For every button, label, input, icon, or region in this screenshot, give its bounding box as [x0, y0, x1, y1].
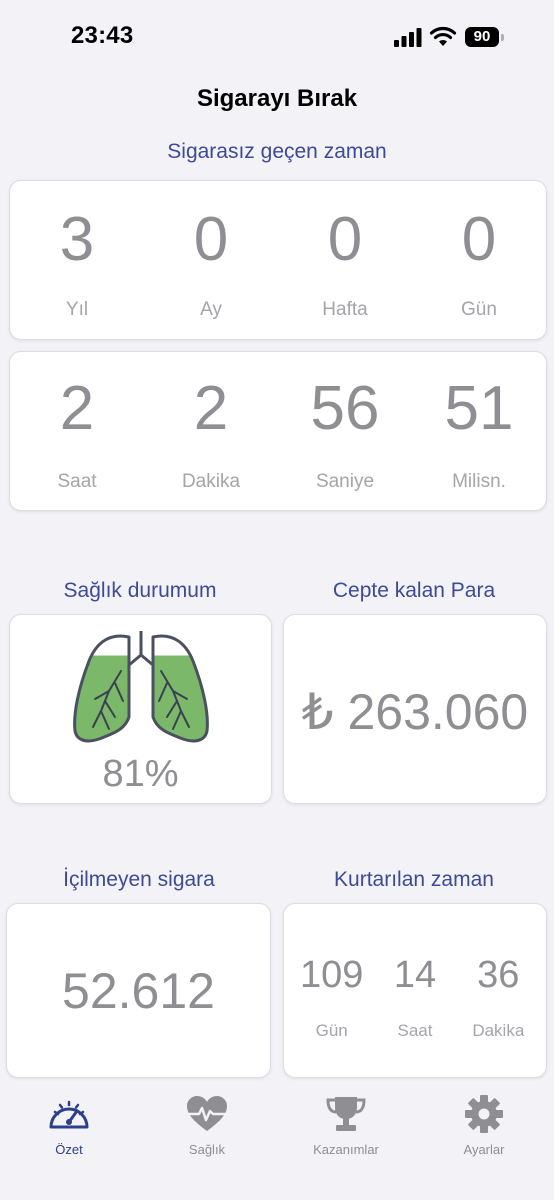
- duration-milliseconds: 51: [412, 378, 546, 440]
- lungs-icon: [73, 631, 209, 743]
- wifi-icon: [429, 26, 457, 46]
- tab-settings[interactable]: Ayarlar: [415, 1095, 553, 1157]
- gauge-icon: [49, 1100, 89, 1129]
- duration-label: Gün: [461, 299, 497, 320]
- battery-icon: 90: [465, 27, 505, 47]
- duration-value: 2: [59, 374, 95, 443]
- duration-value: 0: [461, 205, 497, 274]
- tab-label: Kazanımlar: [313, 1142, 379, 1157]
- tab-achievements[interactable]: Kazanımlar: [277, 1095, 415, 1157]
- smoke-free-card-time: 2 2 56 51 Saat Dakika Saniye Milisn.: [9, 351, 547, 511]
- duration-label: Ay: [200, 299, 222, 320]
- duration-months: 0: [144, 209, 278, 271]
- saved-label: Saat: [397, 1021, 433, 1040]
- tab-label: Ayarlar: [463, 1142, 505, 1157]
- duration-label: Yıl: [65, 299, 89, 320]
- section-title-cigarettes: İçilmeyen sigara: [63, 868, 215, 891]
- duration-label: Dakika: [181, 471, 241, 492]
- duration-label: Hafta: [322, 299, 368, 320]
- duration-label: Saniye: [315, 471, 375, 492]
- saved-days: 109: [290, 956, 373, 994]
- status-time: 23:43: [71, 22, 134, 49]
- duration-minutes: 2: [144, 378, 278, 440]
- duration-value: 0: [193, 205, 229, 274]
- duration-weeks: 0: [278, 209, 412, 271]
- duration-label: Milisn.: [452, 471, 506, 492]
- duration-years: 3: [10, 209, 144, 271]
- saved-hours: 14: [373, 956, 456, 994]
- tab-health[interactable]: Sağlık: [138, 1095, 276, 1157]
- cigarettes-count: 52.612: [62, 963, 215, 1019]
- trophy-icon: [326, 1097, 366, 1131]
- duration-value: 56: [310, 374, 380, 443]
- saved-minutes: 36: [457, 956, 540, 994]
- money-card[interactable]: ₺ 263.060: [283, 614, 547, 804]
- section-title-money: Cepte kalan Para: [332, 579, 496, 602]
- duration-value: 3: [59, 205, 95, 274]
- tab-label: Sağlık: [188, 1142, 226, 1157]
- health-percent: 81%: [102, 753, 179, 795]
- money-amount: ₺ 263.060: [301, 684, 529, 740]
- duration-value: 51: [444, 374, 514, 443]
- gear-icon: [465, 1095, 503, 1133]
- saved-value: 109: [299, 954, 364, 996]
- duration-seconds: 56: [278, 378, 412, 440]
- duration-hours: 2: [10, 378, 144, 440]
- battery-level: 90: [465, 27, 499, 47]
- page-title: Sigarayı Bırak: [196, 85, 358, 112]
- duration-label: Saat: [57, 471, 97, 492]
- health-card[interactable]: 81%: [9, 614, 272, 804]
- saved-value: 36: [477, 954, 520, 996]
- time-saved-card[interactable]: 109 14 36 Gün Saat Dakika: [283, 903, 547, 1078]
- duration-days: 0: [412, 209, 546, 271]
- section-title-smoke-free: Sigarasız geçen zaman: [167, 140, 387, 163]
- tab-label: Özet: [55, 1142, 83, 1157]
- section-title-time-saved: Kurtarılan zaman: [334, 868, 494, 891]
- smoke-free-card-date: 3 0 0 0 Yıl Ay Hafta Gün: [9, 180, 547, 340]
- cigarettes-card[interactable]: 52.612: [6, 903, 271, 1078]
- tab-summary[interactable]: Özet: [0, 1095, 138, 1157]
- heart-pulse-icon: [187, 1096, 227, 1131]
- saved-label: Dakika: [472, 1021, 525, 1040]
- saved-value: 14: [393, 954, 437, 996]
- cellular-signal-icon: [394, 28, 422, 47]
- duration-value: 2: [193, 374, 229, 443]
- duration-value: 0: [327, 205, 363, 274]
- section-title-health: Sağlık durumum: [63, 579, 217, 602]
- saved-label: Gün: [315, 1021, 348, 1040]
